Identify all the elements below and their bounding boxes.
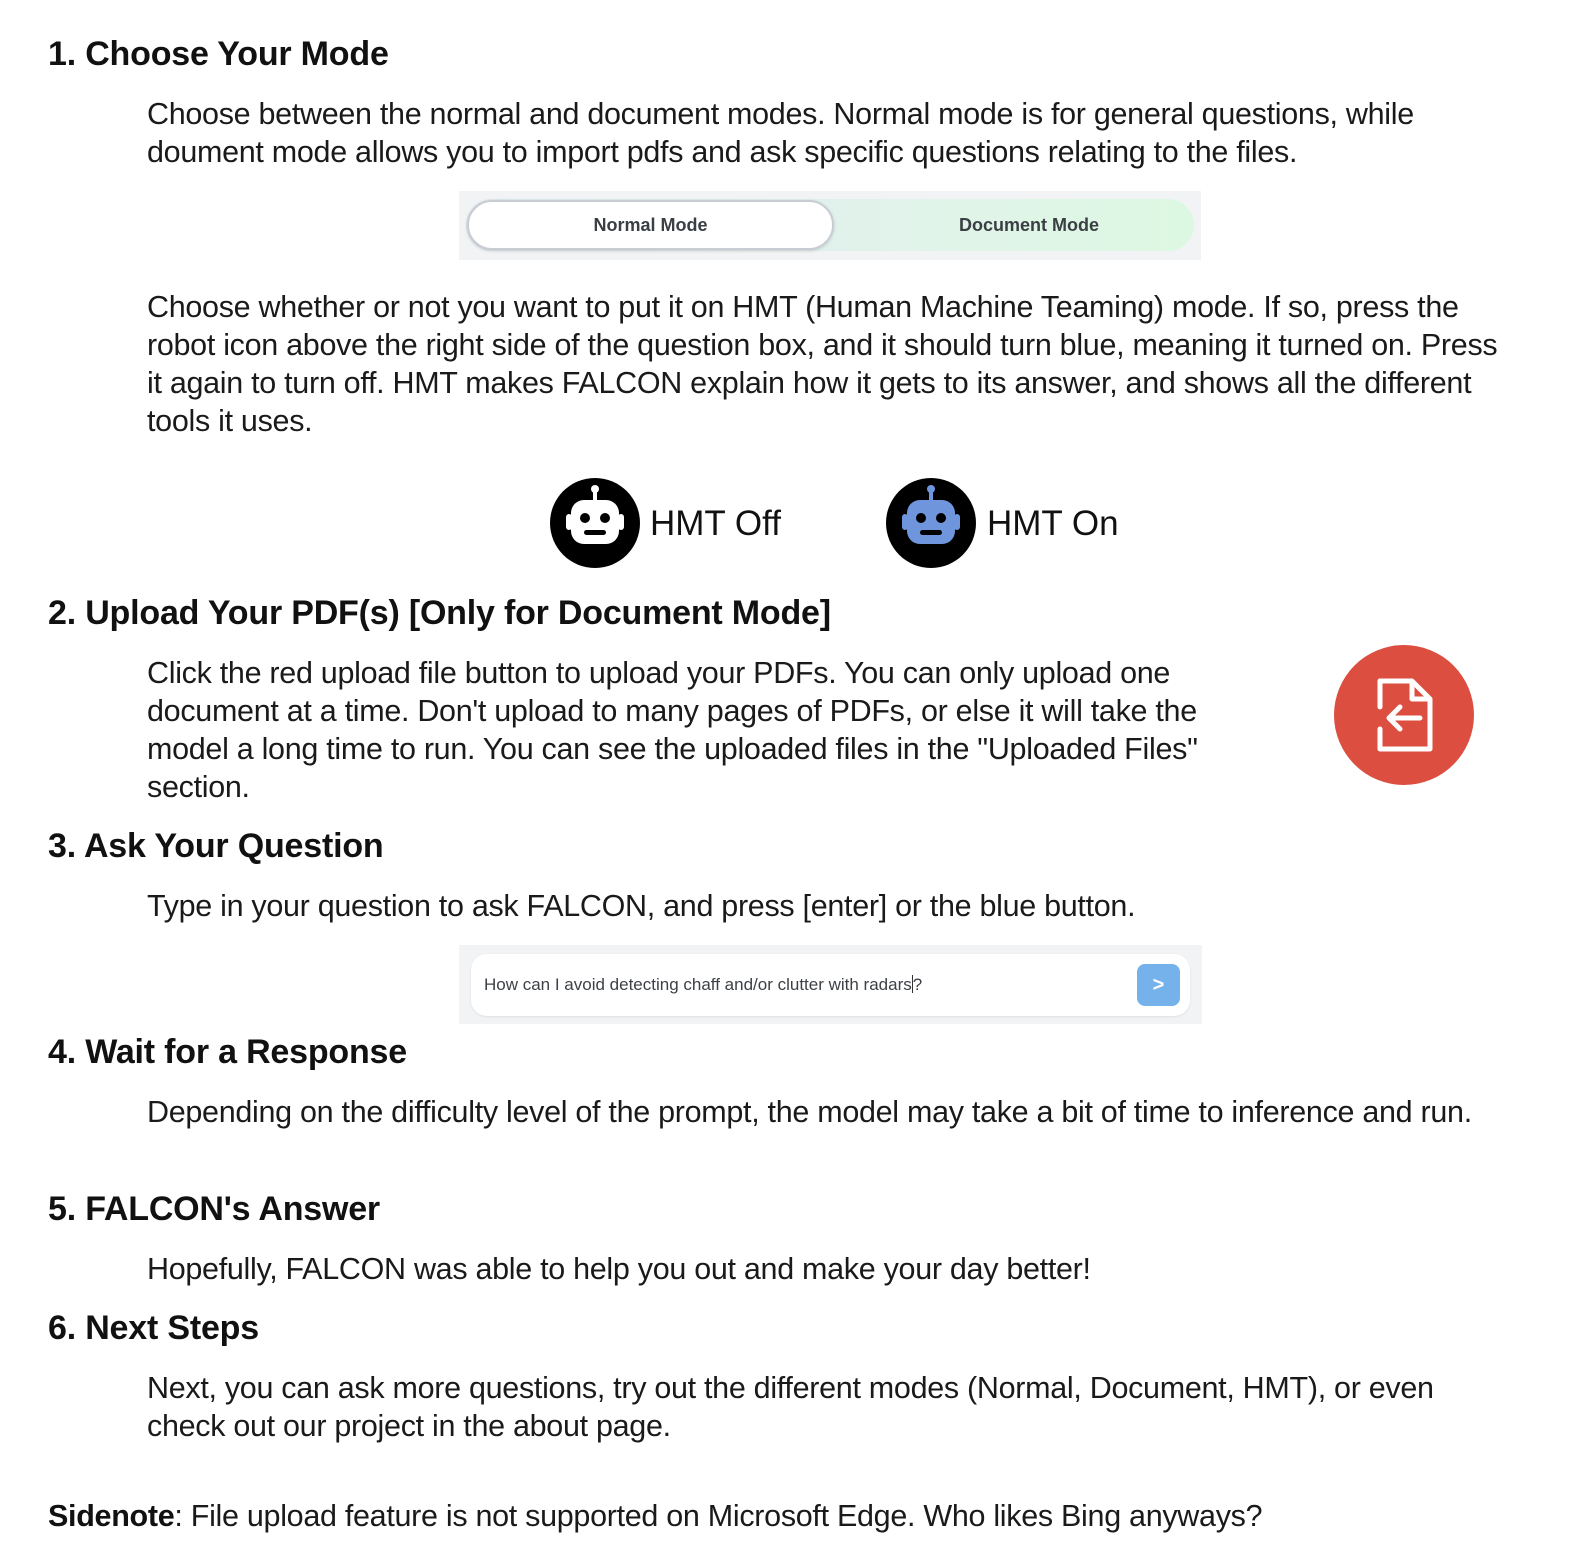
section-paragraph-answer: Hopefully, FALCON was able to help you o…: [147, 1252, 1091, 1286]
hmt-on-robot-button[interactable]: [886, 478, 976, 568]
section-heading-choose-mode: 1. Choose Your Mode: [48, 35, 389, 73]
question-input-value[interactable]: How can I avoid detecting chaff and/or c…: [484, 974, 922, 996]
hmt-off-label: HMT Off: [650, 504, 781, 543]
section-paragraph-hmt: Choose whether or not you want to put it…: [147, 290, 1498, 438]
sidenote: Sidenote: File upload feature is not sup…: [48, 1497, 1263, 1535]
file-import-icon: [1377, 678, 1433, 752]
robot-icon: [566, 485, 624, 544]
section-paragraph-upload: Click the red upload file button to uplo…: [147, 656, 1198, 804]
question-text-end: ?: [912, 975, 923, 994]
document-mode-button[interactable]: Document Mode: [846, 200, 1212, 250]
sidenote-text: : File upload feature is not supported o…: [174, 1499, 1263, 1533]
section-heading-wait: 4. Wait for a Response: [48, 1033, 407, 1071]
hmt-on-label: HMT On: [987, 504, 1119, 543]
section-heading-next-steps: 6. Next Steps: [48, 1309, 259, 1347]
section-paragraph-next-steps: Next, you can ask more questions, try ou…: [147, 1371, 1434, 1443]
question-text: How can I avoid detecting chaff and/or c…: [484, 975, 912, 994]
section-heading-upload: 2. Upload Your PDF(s) [Only for Document…: [48, 594, 831, 632]
section-heading-answer: 5. FALCON's Answer: [48, 1190, 380, 1228]
section-paragraph-modes: Choose between the normal and document m…: [147, 97, 1414, 169]
section-heading-ask: 3. Ask Your Question: [48, 827, 384, 865]
section-paragraph-wait: Depending on the difficulty level of the…: [147, 1095, 1472, 1129]
normal-mode-button[interactable]: Normal Mode: [467, 200, 834, 250]
hmt-off-robot-button[interactable]: [550, 478, 640, 568]
upload-file-button[interactable]: [1334, 645, 1474, 785]
section-paragraph-ask: Type in your question to ask FALCON, and…: [147, 889, 1136, 923]
robot-icon: [902, 485, 960, 544]
sidenote-label: Sidenote: [48, 1499, 175, 1533]
send-button[interactable]: >: [1137, 964, 1180, 1006]
